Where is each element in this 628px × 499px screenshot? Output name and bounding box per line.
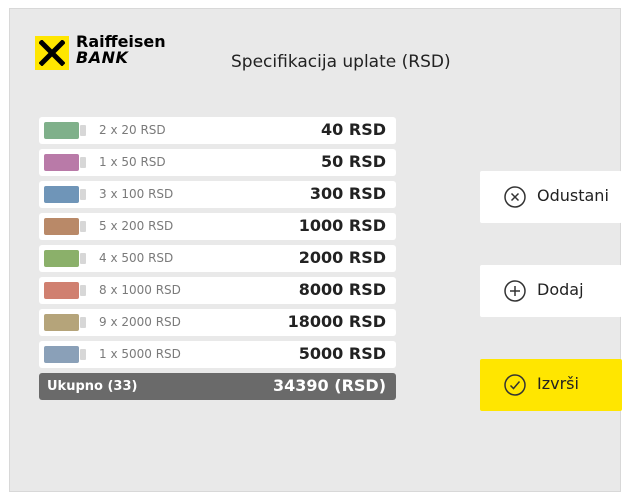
denomination-amount: 1000 RSD (298, 216, 386, 235)
banknote-icon (44, 122, 86, 139)
denomination-amount: 5000 RSD (298, 344, 386, 363)
banknote-icon (44, 346, 86, 363)
banknote-icon (44, 218, 86, 235)
check-circle-icon (504, 374, 526, 396)
denomination-qty: 1 x 5000 RSD (99, 347, 181, 361)
denomination-qty: 2 x 20 RSD (99, 123, 166, 137)
denomination-list: 2 x 20 RSD 40 RSD 1 x 50 RSD 50 RSD 3 x … (39, 117, 396, 400)
add-button-label: Dodaj (537, 280, 584, 299)
banknote-icon (44, 250, 86, 267)
execute-button-label: Izvrši (537, 374, 579, 393)
denomination-amount: 300 RSD (309, 184, 386, 203)
banknote-icon (44, 282, 86, 299)
list-item: 2 x 20 RSD 40 RSD (39, 117, 396, 144)
list-item: 9 x 2000 RSD 18000 RSD (39, 309, 396, 336)
denomination-amount: 18000 RSD (287, 312, 386, 331)
denomination-qty: 1 x 50 RSD (99, 155, 166, 169)
execute-button[interactable]: Izvrši (480, 359, 622, 411)
list-item: 3 x 100 RSD 300 RSD (39, 181, 396, 208)
denomination-amount: 2000 RSD (298, 248, 386, 267)
list-item: 1 x 50 RSD 50 RSD (39, 149, 396, 176)
cancel-button[interactable]: Odustani (480, 171, 622, 223)
total-row: Ukupno (33) 34390 (RSD) (39, 373, 396, 400)
add-button[interactable]: Dodaj (480, 265, 622, 317)
list-item: 1 x 5000 RSD 5000 RSD (39, 341, 396, 368)
list-item: 8 x 1000 RSD 8000 RSD (39, 277, 396, 304)
x-circle-icon (504, 186, 526, 208)
logo-line2: BANK (76, 48, 129, 67)
banknote-icon (44, 186, 86, 203)
denomination-qty: 8 x 1000 RSD (99, 283, 181, 297)
total-value: 34390 (RSD) (273, 376, 386, 395)
denomination-qty: 5 x 200 RSD (99, 219, 174, 233)
total-label: Ukupno (33) (47, 379, 138, 394)
logo-mark-icon (35, 36, 69, 70)
denomination-qty: 9 x 2000 RSD (99, 315, 181, 329)
banknote-icon (44, 314, 86, 331)
cancel-button-label: Odustani (537, 186, 609, 205)
banknote-icon (44, 154, 86, 171)
denomination-amount: 8000 RSD (298, 280, 386, 299)
list-item: 5 x 200 RSD 1000 RSD (39, 213, 396, 240)
denomination-amount: 50 RSD (321, 152, 386, 171)
page-title: Specifikacija uplate (RSD) (231, 52, 451, 72)
deposit-screen: Raiffeisen BANK Specifikacija uplate (RS… (9, 8, 622, 492)
denomination-qty: 3 x 100 RSD (99, 187, 174, 201)
plus-circle-icon (504, 280, 526, 302)
denomination-amount: 40 RSD (321, 120, 386, 139)
list-item: 4 x 500 RSD 2000 RSD (39, 245, 396, 272)
denomination-qty: 4 x 500 RSD (99, 251, 174, 265)
raiffeisen-logo: Raiffeisen BANK (35, 34, 175, 74)
